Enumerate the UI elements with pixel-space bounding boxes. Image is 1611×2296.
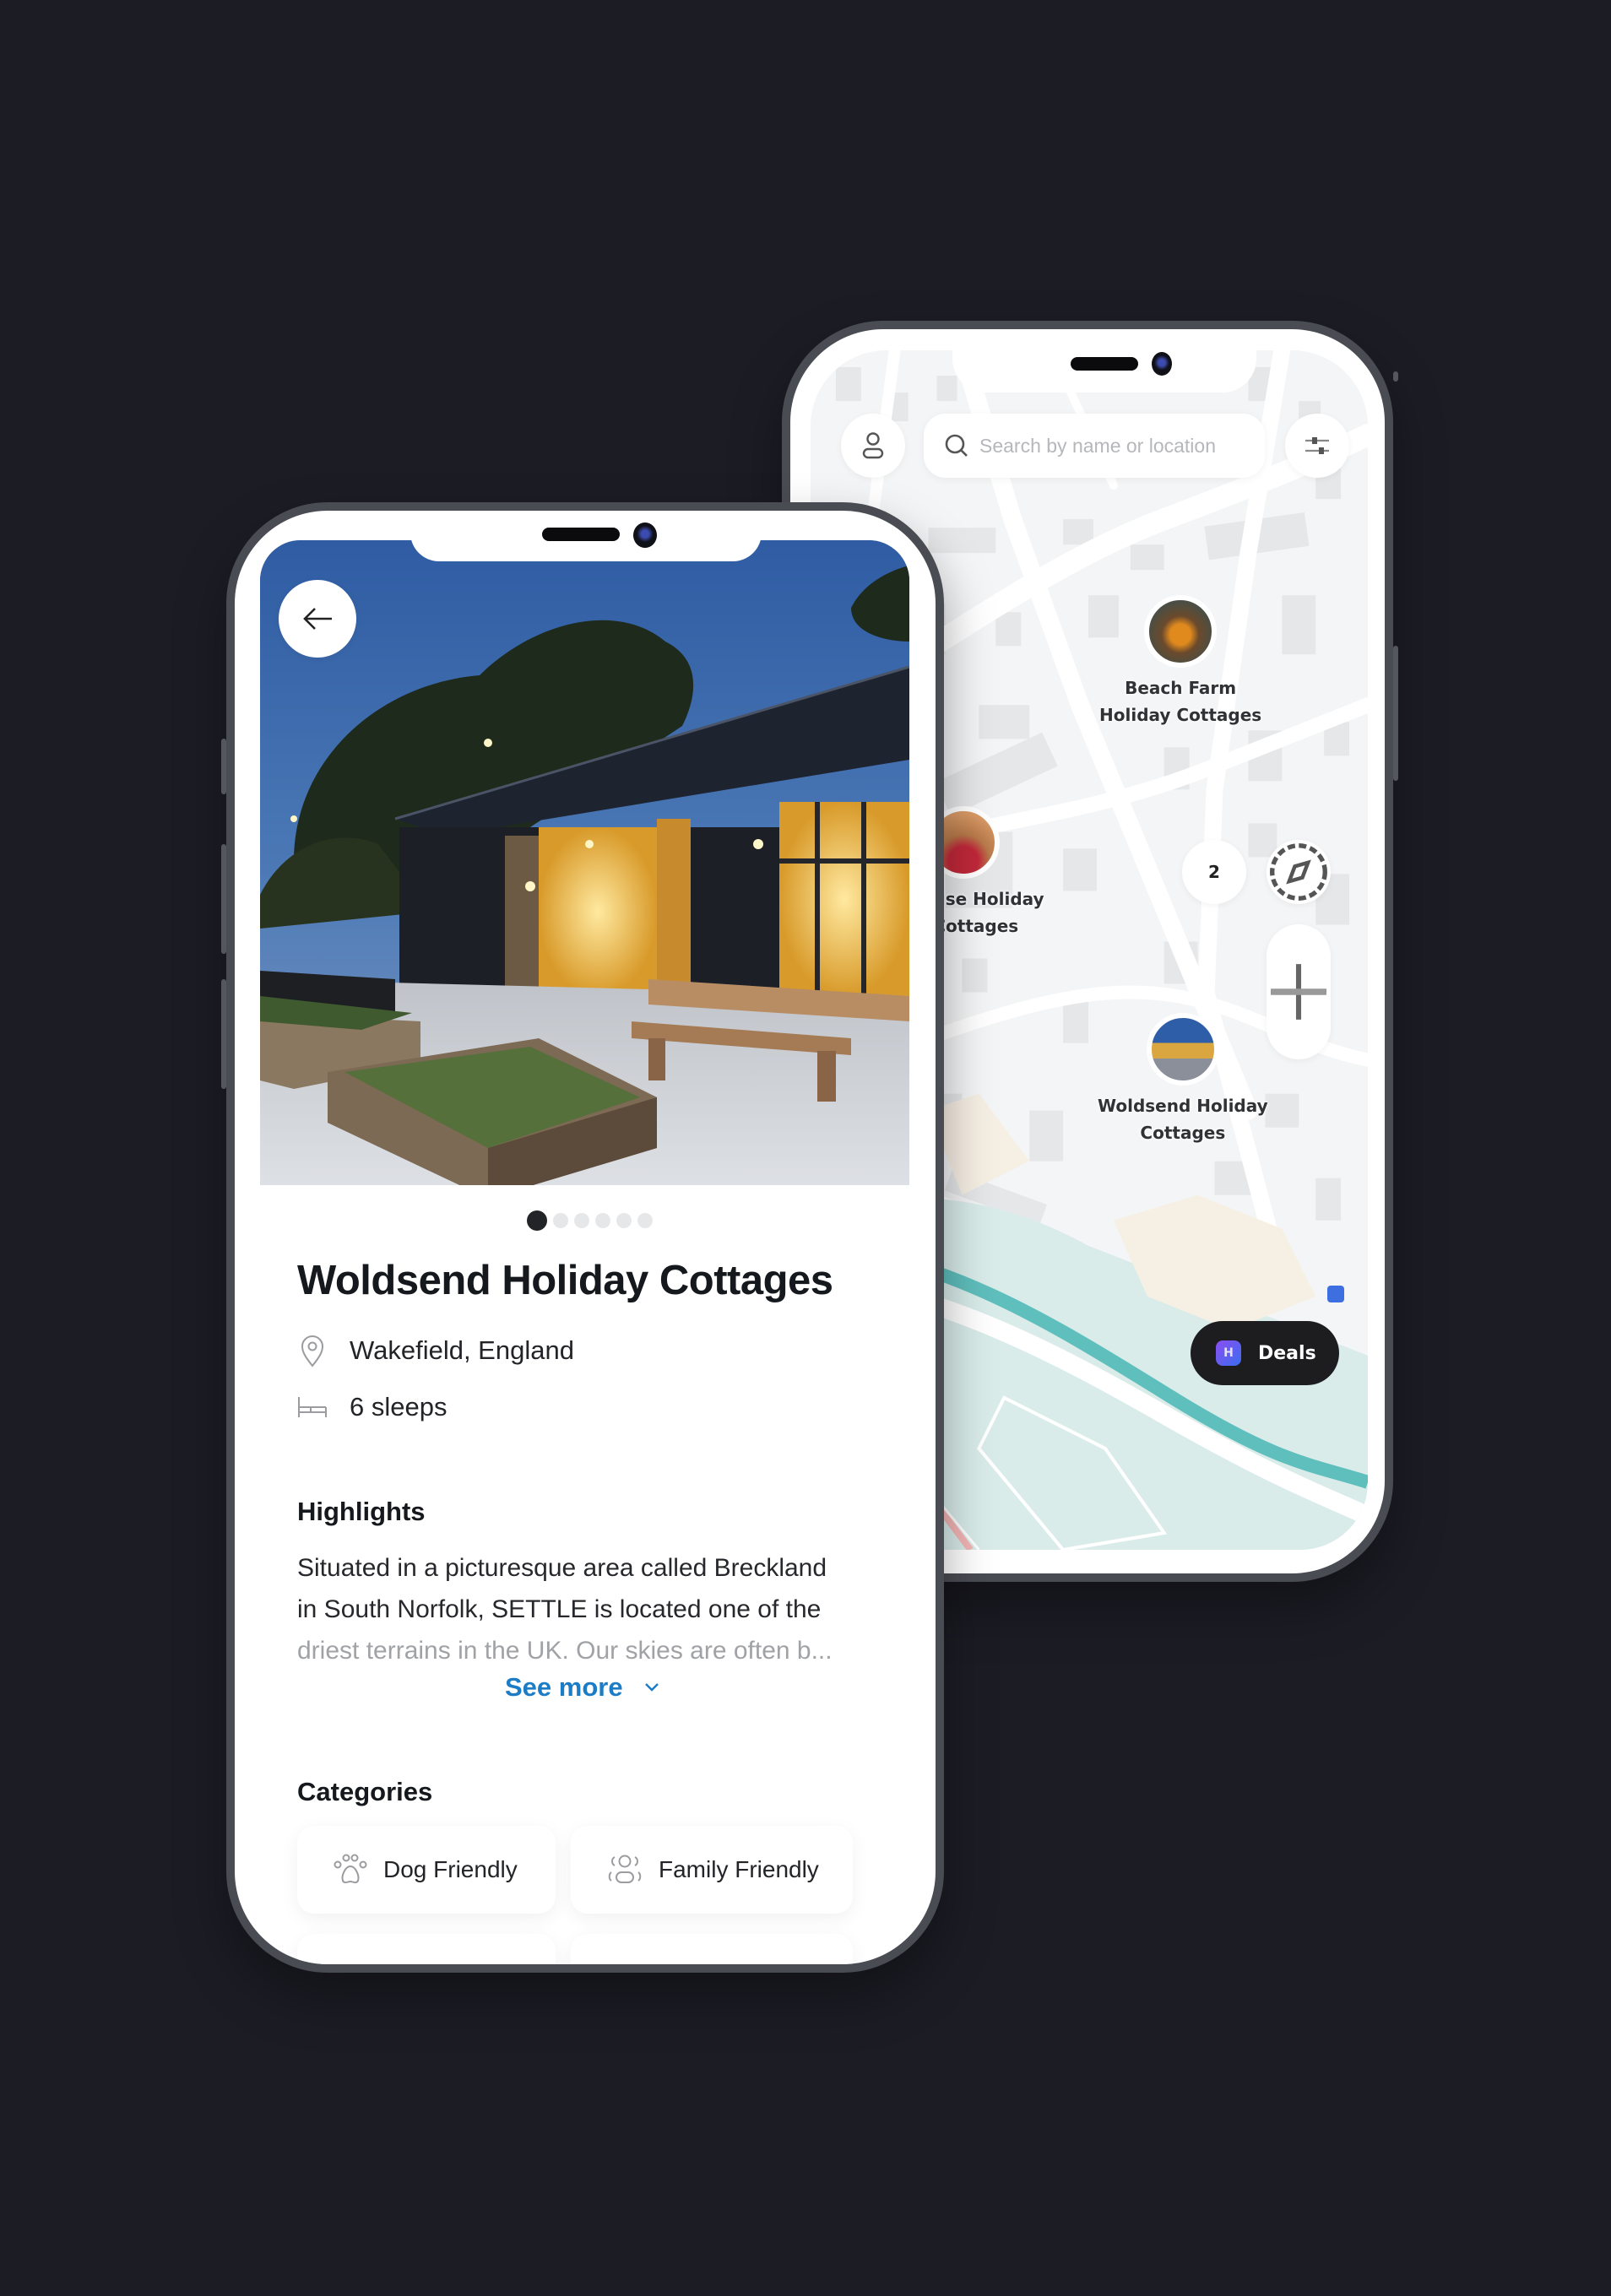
sleeps-text: 6 sleeps	[350, 1392, 448, 1421]
phone-side-button	[1393, 371, 1398, 382]
map-pin-icon	[297, 1334, 328, 1367]
chevron-down-icon	[644, 1683, 659, 1692]
phone-camera	[1152, 352, 1172, 376]
carousel-dots[interactable]	[527, 1210, 653, 1231]
deals-label: Deals	[1258, 1342, 1316, 1364]
marker-photo	[1144, 595, 1218, 668]
carousel-dot[interactable]	[595, 1213, 610, 1228]
location-row: Wakefield, England	[297, 1334, 574, 1367]
carousel-dot[interactable]	[637, 1213, 653, 1228]
locate-button[interactable]	[1267, 840, 1331, 904]
user-icon	[862, 432, 884, 459]
compass-icon	[1270, 843, 1327, 901]
deals-icon: H	[1216, 1340, 1241, 1366]
property-title: Woldsend Holiday Cottages	[297, 1258, 833, 1303]
category-label: Dog Friendly	[383, 1856, 518, 1882]
filter-button[interactable]	[1285, 414, 1349, 478]
paw-icon	[333, 1854, 368, 1886]
phone-notch	[952, 329, 1256, 393]
carousel-dot[interactable]	[616, 1213, 632, 1228]
cluster-badge[interactable]: 2	[1182, 840, 1246, 904]
cluster-count: 2	[1208, 862, 1220, 882]
property-photo-art	[260, 540, 909, 1185]
location-text: Wakefield, England	[350, 1335, 574, 1365]
deals-button[interactable]: H Deals	[1191, 1321, 1339, 1385]
carousel-dot[interactable]	[553, 1213, 568, 1228]
see-more-button[interactable]: See more	[505, 1672, 660, 1703]
phone-mute-switch	[221, 739, 226, 794]
search-icon	[945, 434, 968, 457]
poi-marker[interactable]	[1327, 1286, 1344, 1302]
marker-label: Woldsend Holiday Cottages	[1098, 1096, 1268, 1143]
phone-speaker	[1071, 357, 1138, 371]
sliders-icon	[1305, 437, 1329, 454]
phone-camera	[633, 523, 657, 548]
phone-speaker	[542, 528, 620, 541]
phone-notch	[410, 511, 762, 561]
map-marker[interactable]: Woldsend Holiday Cottages	[1098, 1013, 1268, 1146]
profile-button[interactable]	[841, 414, 905, 478]
category-chip[interactable]: Family Friendly	[571, 1826, 853, 1914]
phone-power-button	[1393, 646, 1398, 781]
phone-volume-up	[221, 844, 226, 954]
carousel-dot-active[interactable]	[527, 1210, 547, 1231]
search-placeholder: Search by name or location	[979, 434, 1216, 457]
search-input[interactable]: Search by name or location	[924, 414, 1265, 478]
marker-photo	[1146, 1013, 1219, 1086]
arrow-left-icon	[303, 608, 332, 630]
carousel-dot[interactable]	[574, 1213, 589, 1228]
back-button[interactable]	[279, 580, 356, 658]
phone-volume-down	[221, 979, 226, 1089]
zoom-controls	[1267, 924, 1331, 1059]
family-icon	[606, 1854, 643, 1886]
highlights-heading: Highlights	[297, 1497, 426, 1526]
property-photo[interactable]	[260, 540, 909, 1185]
category-chip-partial[interactable]	[297, 1934, 556, 1964]
map-marker[interactable]: Beach Farm Holiday Cottages	[1099, 595, 1261, 728]
category-chip[interactable]: Dog Friendly	[297, 1826, 556, 1914]
highlights-text: Situated in a picturesque area called Br…	[297, 1554, 833, 1665]
marker-label: Beach Farm Holiday Cottages	[1099, 678, 1262, 725]
category-label: Family Friendly	[659, 1856, 819, 1882]
sleeps-row: 6 sleeps	[297, 1390, 447, 1424]
minus-icon[interactable]	[1267, 924, 1331, 1059]
detail-phone: Woldsend Holiday Cottages Wakefield, Eng…	[221, 502, 944, 1973]
categories-heading: Categories	[297, 1777, 433, 1806]
category-chip-partial[interactable]	[571, 1934, 853, 1964]
see-more-label: See more	[505, 1672, 623, 1702]
bed-icon	[297, 1390, 328, 1424]
detail-screen: Woldsend Holiday Cottages Wakefield, Eng…	[235, 511, 936, 1964]
